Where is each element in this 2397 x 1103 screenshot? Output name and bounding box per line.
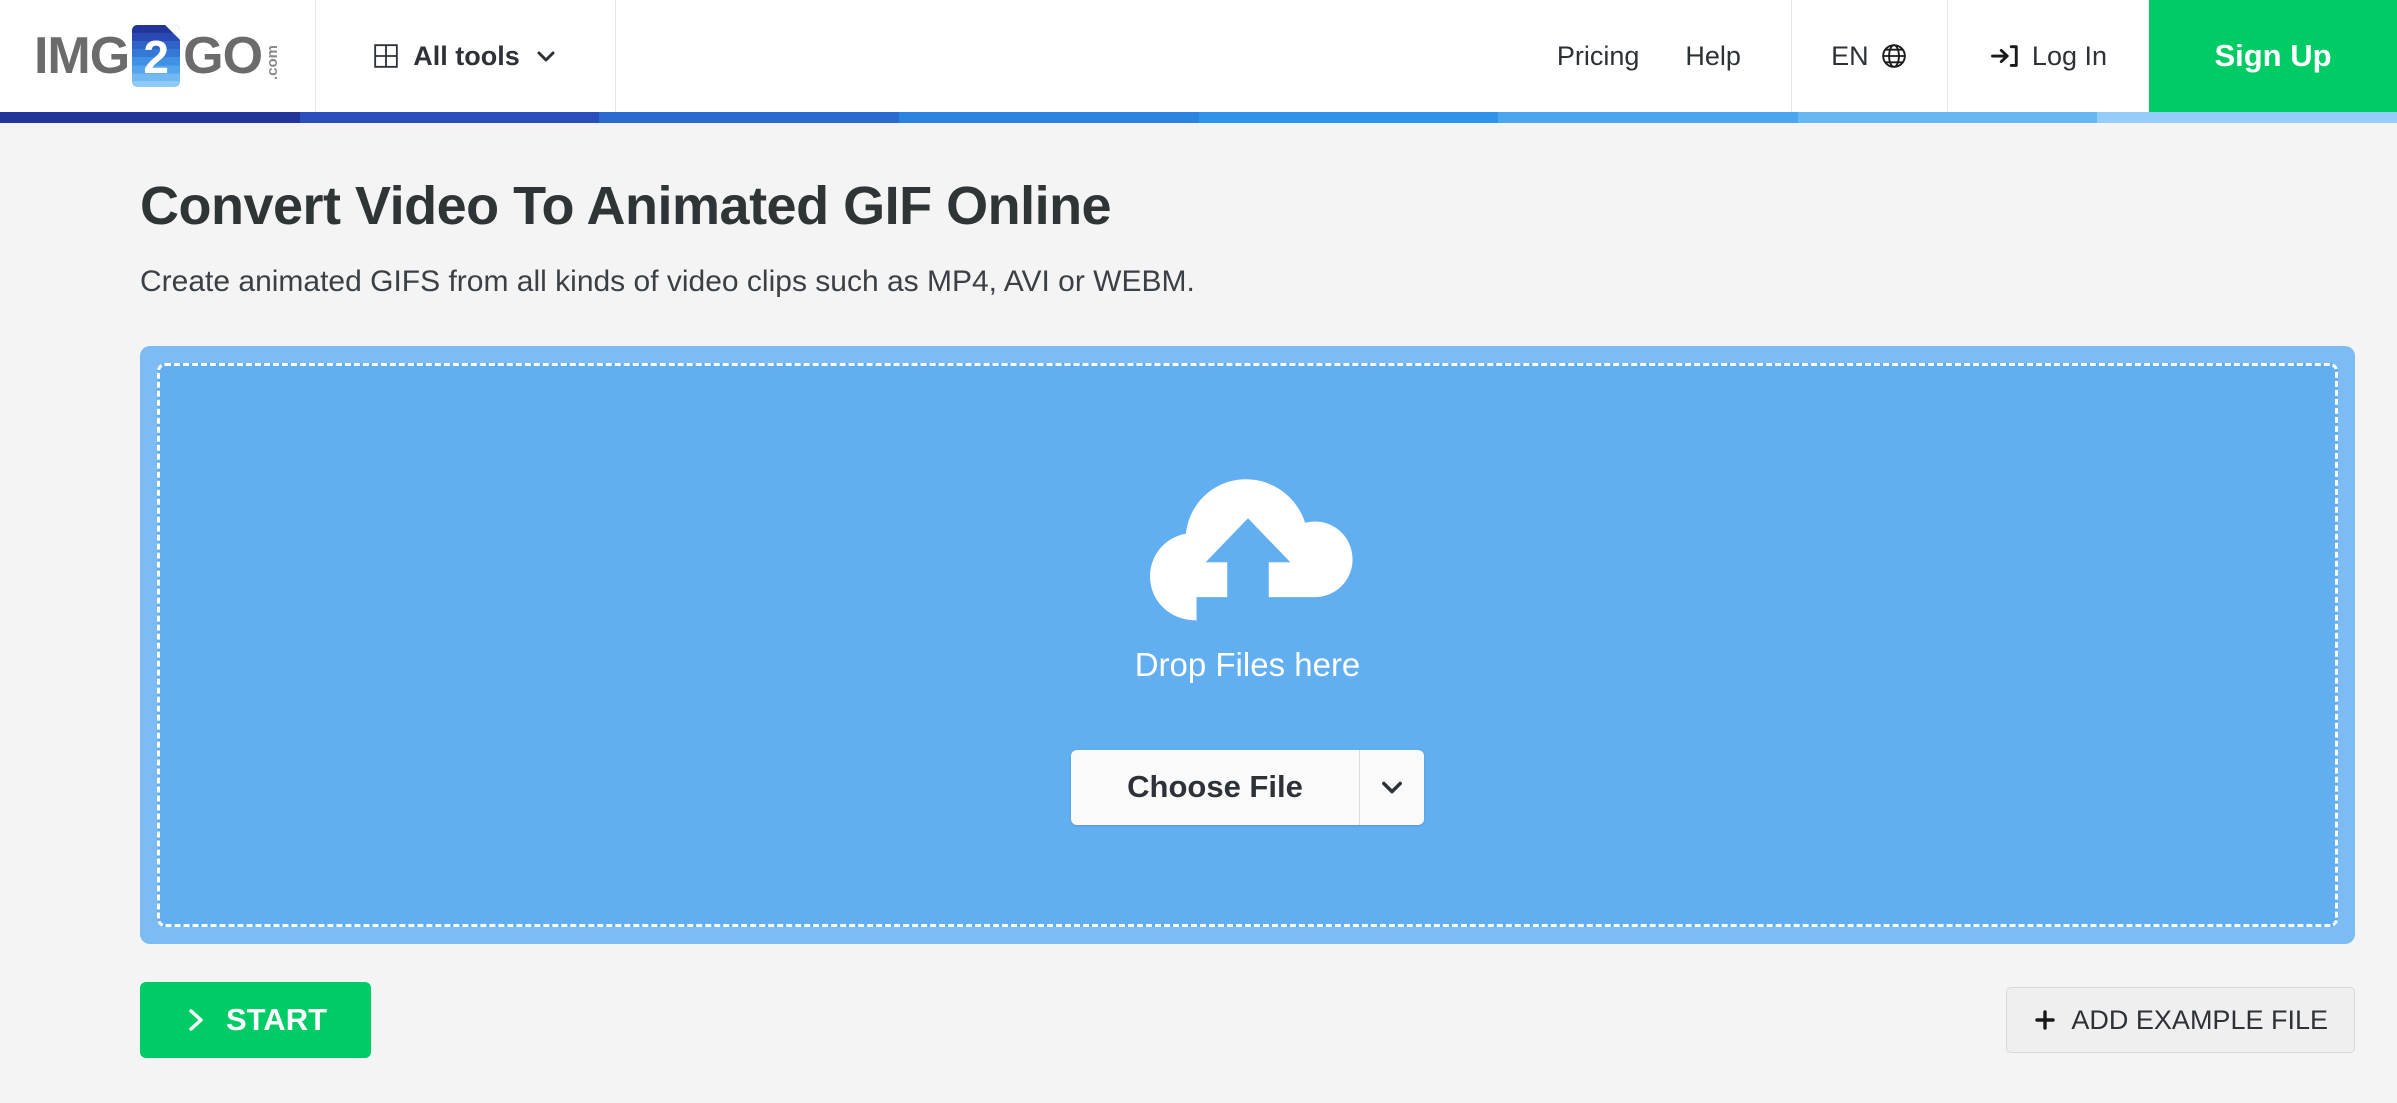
logo-doc-char: 2 — [143, 31, 169, 83]
gradient-band — [1198, 112, 1499, 123]
gradient-band — [1797, 112, 2098, 123]
gradient-band — [1498, 112, 1798, 123]
file-dropzone-inner[interactable]: Drop Files here Choose File — [157, 363, 2338, 927]
logo-text-right: GO — [183, 27, 263, 85]
header-nav-links: Pricing Help — [1557, 0, 1791, 112]
file-dropzone[interactable]: Drop Files here Choose File — [140, 346, 2355, 944]
start-button-label: START — [226, 1002, 328, 1037]
chevron-down-icon — [534, 44, 558, 68]
chevron-right-icon — [184, 1005, 208, 1035]
cloud-upload-icon — [1139, 466, 1357, 632]
logo-cell: IMG 2 GO .com — [0, 0, 316, 112]
plus-icon — [2033, 1008, 2057, 1032]
brand-gradient-bar — [0, 112, 2397, 123]
nav-link-help[interactable]: Help — [1685, 41, 1741, 72]
drop-files-label: Drop Files here — [1134, 645, 1361, 683]
language-selector[interactable]: EN — [1790, 0, 1948, 112]
add-example-file-button[interactable]: ADD EXAMPLE FILE — [2006, 987, 2355, 1053]
all-tools-menu[interactable]: All tools — [316, 0, 616, 112]
login-button[interactable]: Log In — [1948, 0, 2149, 112]
gradient-band — [898, 112, 1199, 123]
chevron-down-icon — [1378, 773, 1406, 801]
gradient-band — [599, 112, 899, 123]
gradient-band — [2097, 112, 2397, 123]
logo-suffix: .com — [264, 44, 282, 80]
logo-text-left: IMG — [33, 27, 130, 85]
login-label: Log In — [2031, 40, 2107, 71]
site-logo[interactable]: IMG 2 GO .com — [33, 25, 282, 87]
language-label: EN — [1831, 40, 1869, 71]
signup-button[interactable]: Sign Up — [2149, 0, 2397, 112]
all-tools-label: All tools — [413, 40, 520, 71]
choose-file-dropdown-button[interactable] — [1358, 749, 1424, 825]
gradient-band — [0, 112, 300, 123]
main-content: Convert Video To Animated GIF Online Cre… — [0, 123, 2397, 1058]
sign-in-icon — [1990, 41, 2020, 71]
start-button[interactable]: START — [140, 982, 372, 1058]
add-example-file-label: ADD EXAMPLE FILE — [2071, 1004, 2328, 1035]
page-title: Convert Video To Animated GIF Online — [140, 176, 1112, 236]
header-spacer — [616, 0, 1557, 112]
choose-file-button[interactable]: Choose File — [1071, 749, 1359, 825]
site-header: IMG 2 GO .com All tools Pricing Help EN … — [0, 0, 2397, 112]
action-row: START ADD EXAMPLE FILE — [140, 982, 2355, 1058]
choose-file-group: Choose File — [1071, 749, 1424, 825]
gradient-band — [299, 112, 600, 123]
globe-icon — [1880, 42, 1908, 70]
page-subtitle: Create animated GIFS from all kinds of v… — [140, 265, 1195, 298]
nav-link-pricing[interactable]: Pricing — [1557, 41, 1640, 72]
logo-document-icon: 2 — [132, 25, 181, 87]
grid-icon — [373, 43, 399, 69]
